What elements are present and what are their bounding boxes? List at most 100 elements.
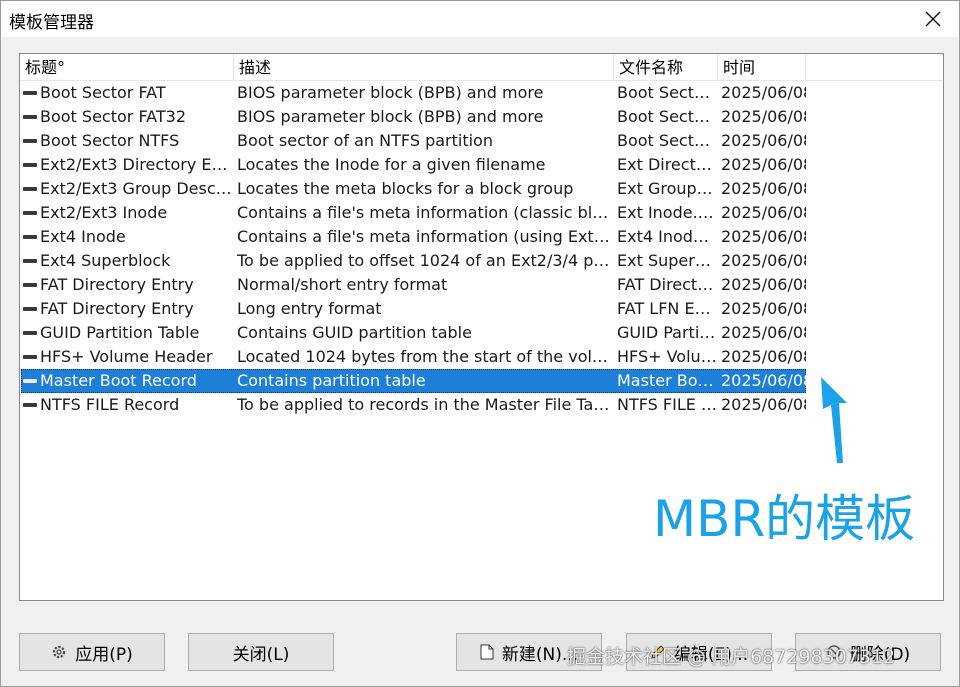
row-description: Normal/short entry format	[237, 275, 448, 294]
table-row[interactable]: Ext2/Ext3 Directory Entry Locates the Ino…	[20, 153, 943, 177]
new-button[interactable]: 新建(N)...	[456, 633, 602, 671]
table-row[interactable]: Master Boot Record Contains partition tab…	[20, 369, 943, 393]
row-description: BIOS parameter block (BPB) and more	[237, 107, 544, 126]
list-rows: Boot Sector FAT BIOS parameter block (BPB…	[20, 81, 943, 417]
row-time: 2025/06/08	[721, 107, 806, 126]
annotation-arrow-icon	[821, 377, 847, 463]
new-document-icon	[480, 644, 494, 660]
template-icon	[23, 187, 37, 191]
column-header-time[interactable]: 时间	[718, 54, 806, 81]
close-window-button[interactable]	[907, 1, 959, 37]
row-filename: Boot Sector FAT32.tpl	[617, 107, 717, 126]
row-title: Boot Sector NTFS	[40, 131, 180, 150]
row-description: Contains GUID partition table	[237, 323, 472, 342]
template-icon	[23, 355, 37, 359]
row-filename: Ext4 Inode.tpl	[617, 227, 717, 246]
template-icon	[23, 235, 37, 239]
delete-button[interactable]: 删除(D)	[795, 633, 941, 671]
row-description: Locates the meta blocks for a block grou…	[237, 179, 574, 198]
table-row[interactable]: Boot Sector NTFS Boot sector of an NTFS p…	[20, 129, 943, 153]
row-title: Ext4 Inode	[40, 227, 126, 246]
row-title: GUID Partition Table	[40, 323, 200, 342]
row-filename: Master Boot Record.tpl	[617, 371, 717, 390]
row-time: 2025/06/08	[721, 299, 806, 318]
row-time: 2025/06/08	[721, 227, 806, 246]
column-header-title[interactable]: 标题°	[20, 54, 234, 81]
row-time: 2025/06/08	[721, 179, 806, 198]
template-icon	[23, 115, 37, 119]
row-description: Contains partition table	[237, 371, 426, 390]
row-title: Ext2/Ext3 Group Descriptor	[40, 179, 236, 198]
row-description: Locates the Inode for a given filename	[237, 155, 546, 174]
row-title: Master Boot Record	[40, 371, 197, 390]
row-title: Ext4 Superblock	[40, 251, 171, 270]
row-time: 2025/06/08	[721, 371, 806, 390]
row-filename: Ext Inode.tpl	[617, 203, 717, 222]
delete-button-label: 删除(D)	[849, 644, 911, 665]
row-time: 2025/06/08	[721, 347, 806, 366]
apply-button-label: 应用(P)	[75, 644, 133, 665]
template-icon	[23, 259, 37, 263]
row-time: 2025/06/08	[721, 323, 806, 342]
window-title: 模板管理器	[9, 13, 94, 33]
row-filename: Ext Group Descriptor.tpl	[617, 179, 717, 198]
annotation-label: MBR的模板	[653, 490, 916, 548]
template-icon	[23, 283, 37, 287]
table-row[interactable]: GUID Partition Table Contains GUID partit…	[20, 321, 943, 345]
template-manager-window: 模板管理器 标题° 描述 文件名称 时间 Boot Sector FAT BIOS…	[0, 0, 960, 687]
row-description: To be applied to offset 1024 of an Ext2/…	[237, 251, 611, 270]
apply-button[interactable]: 应用(P)	[19, 633, 165, 671]
table-row[interactable]: Ext2/Ext3 Group DescriptorLocates the me…	[20, 177, 943, 201]
row-time: 2025/06/08	[721, 83, 806, 102]
row-time: 2025/06/08	[721, 155, 806, 174]
table-row[interactable]: Ext2/Ext3 Inode Contains a file's meta in…	[20, 201, 943, 225]
row-description: To be applied to records in the Master F…	[237, 395, 611, 414]
column-header-description[interactable]: 描述	[234, 54, 614, 81]
template-icon	[23, 403, 37, 407]
delete-icon	[826, 644, 842, 660]
row-filename: FAT LFN Entry.tpl	[617, 299, 717, 318]
row-time: 2025/06/08	[721, 395, 806, 414]
row-filename: NTFS FILE Record.tpl	[617, 395, 717, 414]
row-title: Boot Sector FAT32	[40, 107, 187, 126]
close-icon	[925, 11, 941, 27]
column-header-filename[interactable]: 文件名称	[614, 54, 718, 81]
template-icon	[23, 163, 37, 167]
row-description: Contains a file's meta information (clas…	[237, 203, 611, 222]
template-icon	[23, 379, 37, 383]
row-filename: HFS+ Volume Header.tpl	[617, 347, 717, 366]
close-button[interactable]: 关闭(L)	[188, 633, 334, 671]
row-title: FAT Directory Entry	[40, 299, 194, 318]
table-row[interactable]: Ext4 Inode Contains a file's meta informa…	[20, 225, 943, 249]
row-time: 2025/06/08	[721, 275, 806, 294]
template-icon	[23, 211, 37, 215]
table-row[interactable]: FAT Directory Entry Normal/short entry fo…	[20, 273, 943, 297]
edit-button[interactable]: 编辑(E)...	[626, 633, 772, 671]
table-row[interactable]: Boot Sector FAT BIOS parameter block (BPB…	[20, 81, 943, 105]
table-row[interactable]: NTFS FILE Record To be applied to records…	[20, 393, 943, 417]
gear-icon	[51, 644, 67, 660]
template-icon	[23, 331, 37, 335]
row-title: FAT Directory Entry	[40, 275, 194, 294]
row-description: Contains a file's meta information (usin…	[237, 227, 611, 246]
table-row[interactable]: Boot Sector FAT32 BIOS parameter block (B…	[20, 105, 943, 129]
row-title: HFS+ Volume Header	[40, 347, 213, 366]
table-row[interactable]: HFS+ Volume Header Located 1024 bytes fro…	[20, 345, 943, 369]
list-header: 标题° 描述 文件名称 时间	[20, 54, 943, 81]
row-filename: GUID Partition Table.tpl	[617, 323, 717, 342]
edit-button-label: 编辑(E)...	[673, 644, 749, 665]
row-title: NTFS FILE Record	[40, 395, 180, 414]
row-description: Boot sector of an NTFS partition	[237, 131, 493, 150]
table-row[interactable]: FAT Directory Entry Long entry format FAT …	[20, 297, 943, 321]
title-bar: 模板管理器	[1, 1, 959, 37]
template-icon	[23, 91, 37, 95]
close-button-label: 关闭(L)	[232, 644, 290, 665]
table-row[interactable]: Ext4 Superblock To be applied to offset 1…	[20, 249, 943, 273]
row-description: BIOS parameter block (BPB) and more	[237, 83, 544, 102]
row-time: 2025/06/08	[721, 203, 806, 222]
pencil-icon	[650, 644, 666, 660]
row-title: Boot Sector FAT	[40, 83, 166, 102]
row-filename: Boot Sector FAT.tpl	[617, 83, 717, 102]
row-filename: Boot Sector NTFS.tpl	[617, 131, 717, 150]
row-filename: FAT Directory Entry.tpl	[617, 275, 717, 294]
